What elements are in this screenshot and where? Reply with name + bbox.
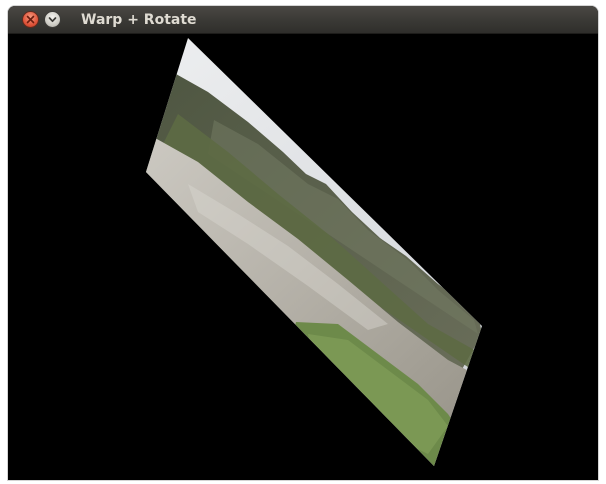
warped-image [146,38,482,466]
window-title: Warp + Rotate [81,12,197,28]
title-bar[interactable]: Warp + Rotate [8,6,598,34]
landscape-photo [146,38,482,466]
close-button[interactable] [22,11,39,28]
window-menu-button[interactable] [44,11,61,28]
image-canvas [8,34,598,480]
close-icon [26,15,35,24]
app-window: Warp + Rotate [8,6,598,480]
chevron-down-icon [48,15,57,24]
